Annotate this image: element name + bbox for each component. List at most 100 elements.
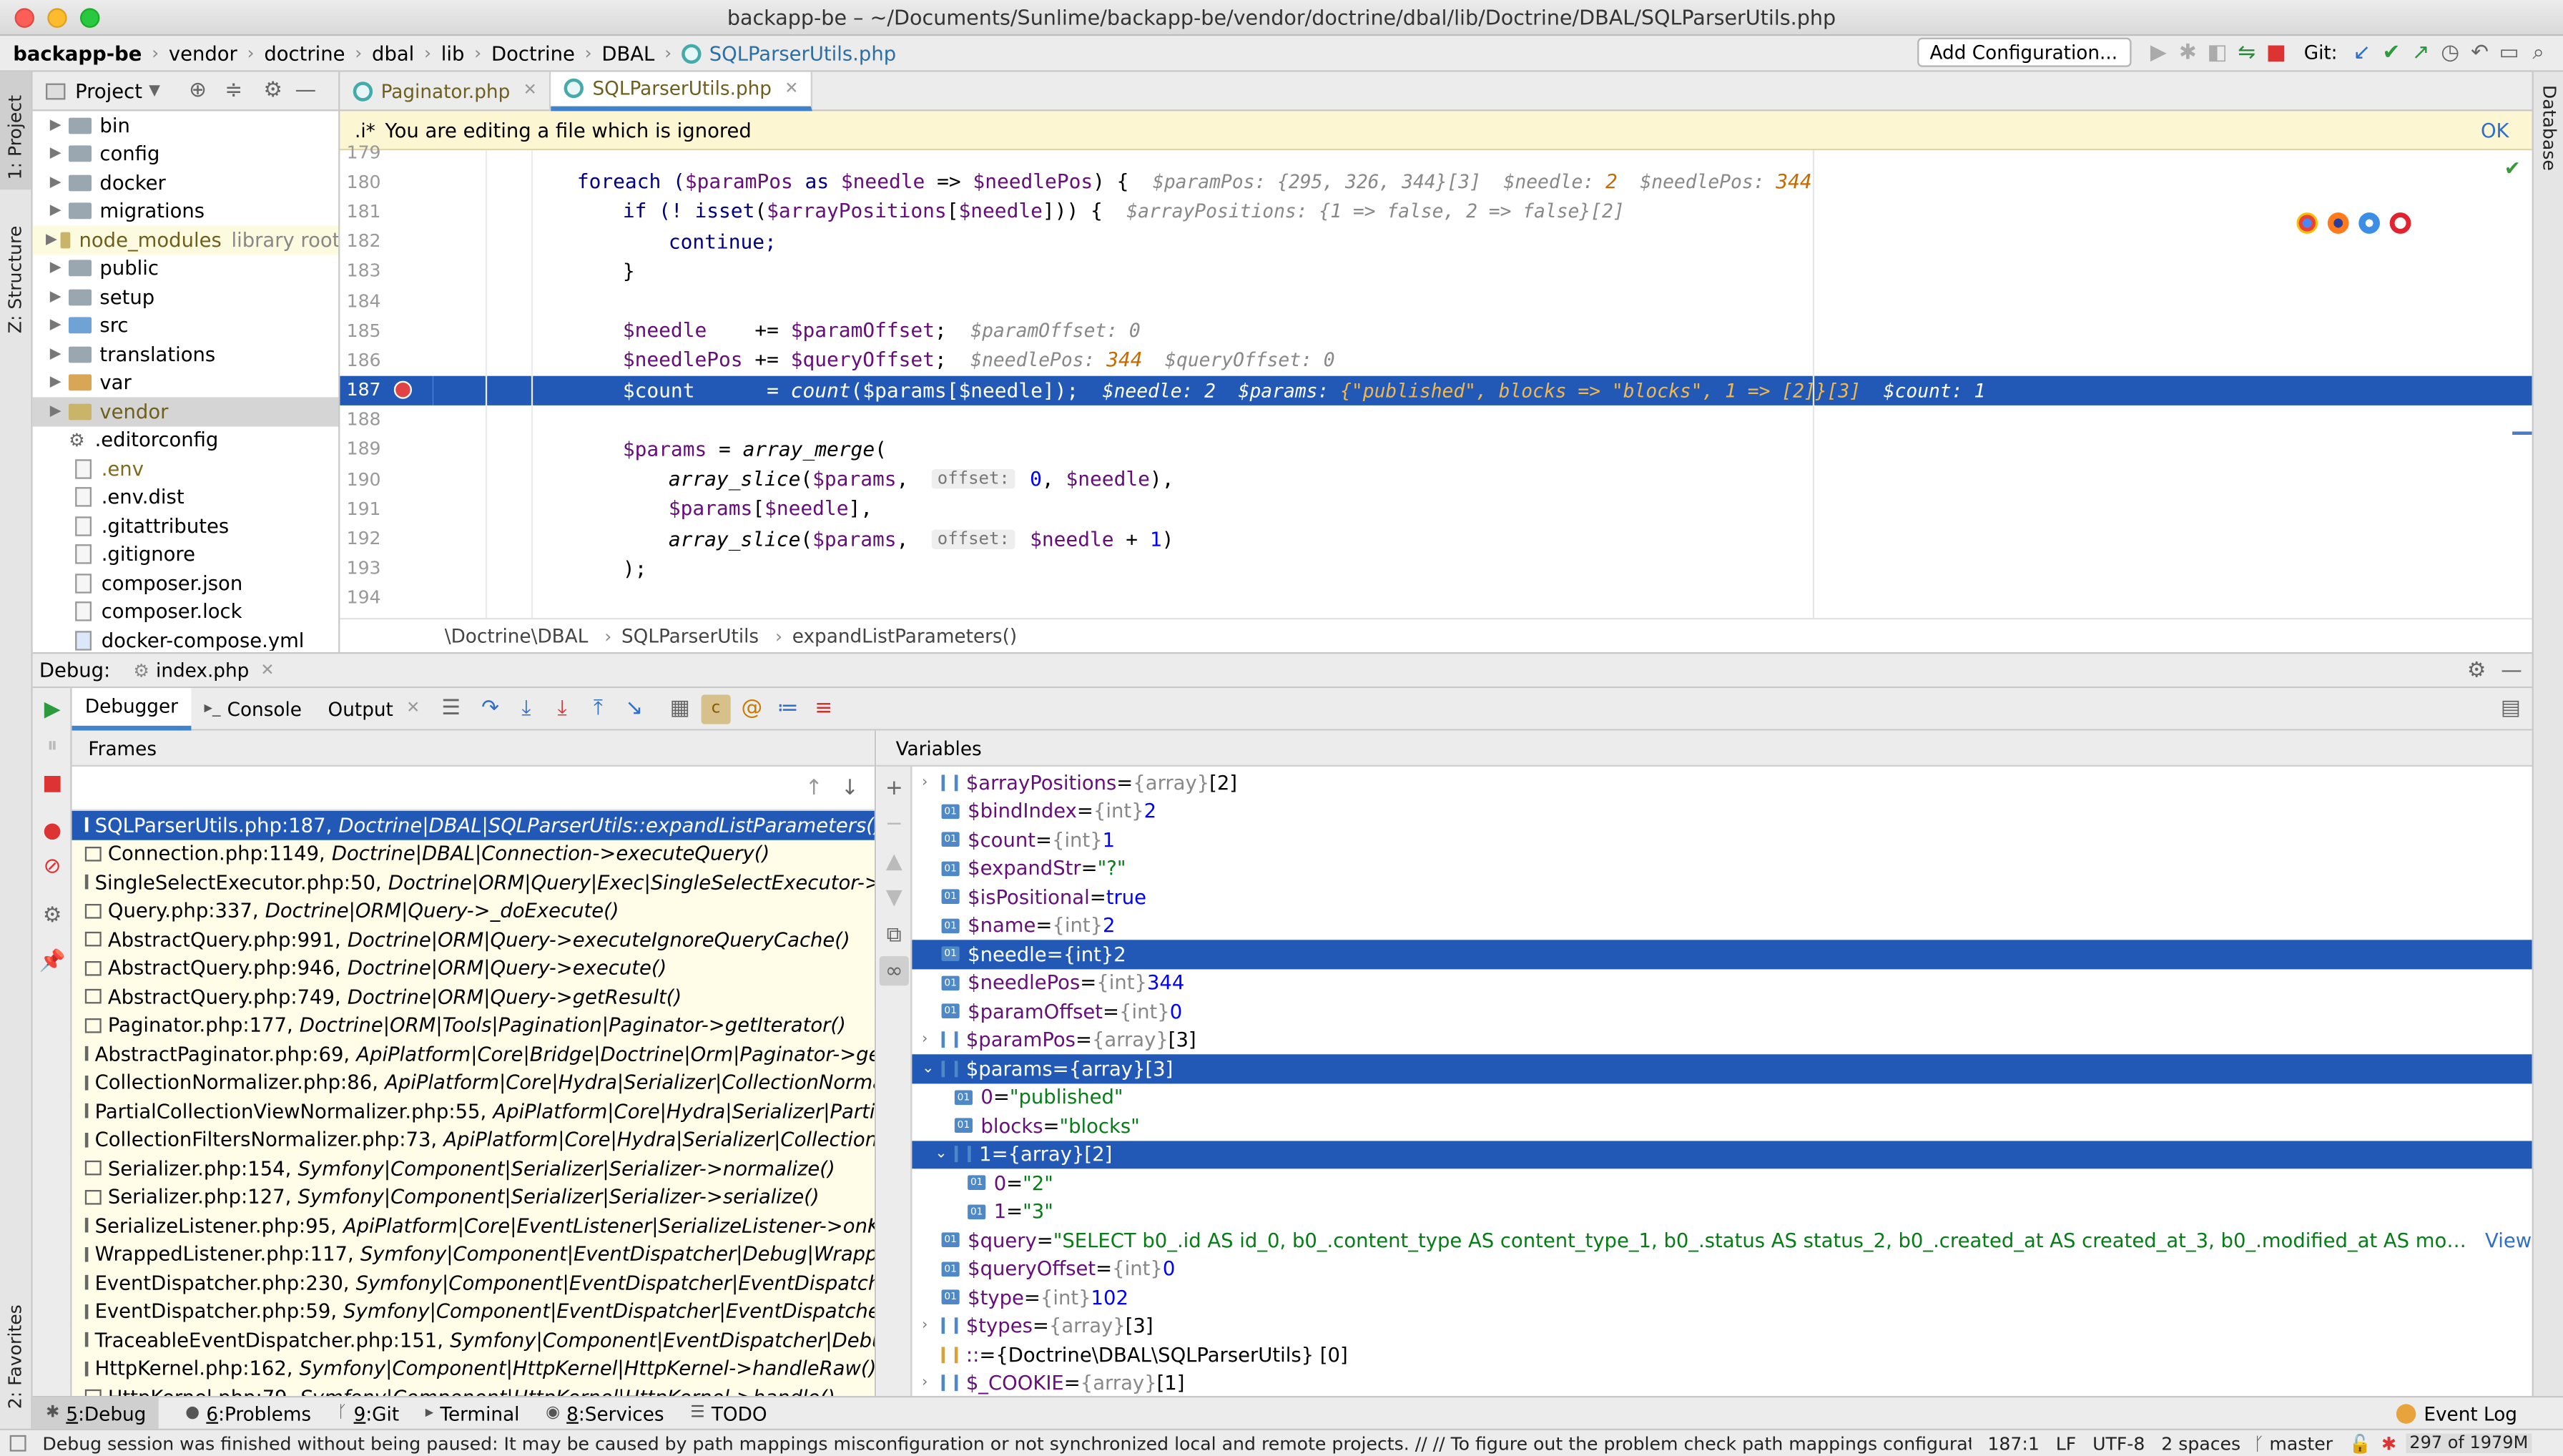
variable-row[interactable]: 01 $count = {int} 1: [912, 825, 2532, 854]
tree-file-composer-lock[interactable]: composer.lock: [33, 597, 340, 626]
step-into-icon[interactable]: ⤓: [511, 694, 541, 723]
breakpoint-icon[interactable]: [393, 380, 412, 398]
variable-row[interactable]: :: = {Doctrine\DBAL\SQLParserUtils} [0]: [912, 1340, 2532, 1369]
stack-frame-row[interactable]: SingleSelectExecutor.php:50, Doctrine|ORM…: [72, 867, 875, 897]
tree-file-gitattributes[interactable]: .gitattributes: [33, 511, 340, 540]
project-panel-title[interactable]: Project: [75, 79, 142, 102]
tab-output[interactable]: Output ✕: [315, 697, 433, 720]
breadcrumb-item[interactable]: lib: [441, 41, 465, 64]
tool-window-terminal[interactable]: ▸ Terminal: [425, 1402, 520, 1425]
debug-session-tab[interactable]: index.php: [156, 659, 249, 682]
variable-row[interactable]: ⌄ 1 = {array} [2]: [912, 1140, 2532, 1169]
step-over-icon[interactable]: ↷: [476, 694, 505, 723]
firefox-icon[interactable]: [2327, 212, 2349, 234]
variable-row[interactable]: ⌄ $params = {array} [3]: [912, 1054, 2532, 1083]
tree-file-composer-json[interactable]: composer.json: [33, 569, 340, 597]
structure-tool-button[interactable]: Z: Structure: [5, 226, 26, 334]
tree-file-docker-compose[interactable]: docker-compose.yml: [33, 626, 340, 651]
chevron-right-icon[interactable]: ▶: [46, 203, 65, 220]
view-link[interactable]: View: [2485, 1229, 2532, 1251]
opera-icon[interactable]: [2389, 212, 2411, 234]
tree-folder-vendor[interactable]: ▶ vendor: [32, 397, 340, 426]
chevron-down-icon[interactable]: ▼: [149, 82, 160, 99]
mute-breakpoints-icon[interactable]: ⊘: [38, 852, 67, 881]
git-branch[interactable]: master: [2269, 1432, 2333, 1454]
breadcrumb-item[interactable]: DBAL: [601, 41, 654, 64]
chevron-right-icon[interactable]: ▶: [46, 117, 65, 134]
stack-frame-row[interactable]: TraceableEventDispatcher.php:151, Symfony…: [72, 1325, 875, 1354]
variable-row[interactable]: › $paramPos = {array} [3]: [912, 1025, 2532, 1054]
tree-folder-translations[interactable]: ▶ translations: [33, 340, 340, 368]
tree-folder-node-modules[interactable]: ▶ node_modules library root: [32, 225, 340, 255]
variable-row[interactable]: 01 $needlePos = {int} 344: [912, 968, 2532, 997]
list-icon[interactable]: ≔: [773, 694, 802, 723]
arrow-down-icon[interactable]: ↓: [835, 773, 865, 802]
stack-frame-row[interactable]: Serializer.php:127, Symfony|Component|Ser…: [72, 1182, 875, 1211]
chevron-right-icon[interactable]: ›: [922, 1375, 941, 1392]
arrow-up-icon[interactable]: ↑: [800, 773, 829, 802]
code-editor[interactable]: foreach ($paramPos as $needle => $needle…: [433, 150, 2532, 618]
stack-frame-row[interactable]: Connection.php:1149, Doctrine|DBAL|Connec…: [72, 839, 875, 868]
breadcrumb-item[interactable]: dbal: [372, 41, 414, 64]
gear-icon[interactable]: ⚙: [2467, 658, 2486, 682]
tool-window-services[interactable]: ◉ 8: Services: [546, 1402, 664, 1425]
move-up-icon[interactable]: ▲: [880, 847, 909, 876]
chevron-right-icon[interactable]: ›: [922, 774, 941, 791]
watch-icon[interactable]: @: [737, 694, 767, 723]
tab-debugger[interactable]: Debugger: [72, 687, 192, 730]
hide-panel-icon[interactable]: —: [2501, 658, 2522, 682]
variable-row[interactable]: 01 $queryOffset = {int} 0: [912, 1254, 2532, 1283]
add-configuration-button[interactable]: Add Configuration...: [1917, 37, 2131, 67]
chevron-right-icon[interactable]: ▶: [46, 232, 57, 248]
remove-icon[interactable]: −: [880, 809, 909, 838]
pause-icon[interactable]: ⏸: [38, 731, 67, 760]
chevron-right-icon[interactable]: ›: [922, 1318, 941, 1334]
tree-file-gitignore[interactable]: .gitignore: [33, 540, 340, 569]
chevron-right-icon[interactable]: ▶: [46, 174, 65, 191]
database-tool-button[interactable]: Database: [2539, 85, 2560, 171]
editor-breadcrumb-namespace[interactable]: \Doctrine\DBAL: [445, 624, 589, 647]
tool-window-debug[interactable]: ✱ 5: Debug: [32, 1397, 159, 1430]
toggle-tool-windows-icon[interactable]: [9, 1435, 26, 1452]
stack-frame-row[interactable]: PartialCollectionViewNormalizer.php:55, A…: [72, 1096, 875, 1126]
tree-folder-var[interactable]: ▶ var: [33, 368, 340, 397]
debug-icon[interactable]: ✱: [2173, 38, 2203, 67]
evaluate-expression-icon[interactable]: ▦: [665, 694, 694, 723]
history-icon[interactable]: ◷: [2436, 38, 2465, 67]
variable-row[interactable]: 01 $query = "SELECT b0_.id AS id_0, b0_.c…: [912, 1226, 2532, 1254]
file-encoding[interactable]: UTF-8: [2092, 1432, 2145, 1454]
view-breakpoints-icon[interactable]: ●: [38, 816, 67, 845]
stack-frame-row[interactable]: Paginator.php:177, Doctrine|ORM|Tools|Pag…: [72, 1010, 875, 1040]
variable-row[interactable]: 01 blocks = "blocks": [912, 1111, 2532, 1140]
collapse-all-icon[interactable]: ≑: [219, 76, 248, 105]
status-message[interactable]: Debug session was finished without being…: [42, 1432, 1971, 1454]
stack-frame-row[interactable]: AbstractQuery.php:991, Doctrine|ORM|Query…: [72, 925, 875, 954]
stack-frame-row[interactable]: EventDispatcher.php:230, Symfony|Componen…: [72, 1268, 875, 1297]
stack-frame-row[interactable]: EventDispatcher.php:59, Symfony|Component…: [72, 1297, 875, 1326]
tool-window-problems[interactable]: ● 6: Problems: [185, 1402, 311, 1425]
stack-frame-row[interactable]: WrappedListener.php:117, Symfony|Componen…: [72, 1239, 875, 1269]
chevron-right-icon[interactable]: ▶: [46, 346, 65, 363]
variable-row[interactable]: 01 $bindIndex = {int} 2: [912, 797, 2532, 825]
git-update-icon[interactable]: ↙: [2347, 38, 2376, 67]
breadcrumb-project[interactable]: backapp-be: [13, 41, 142, 64]
variable-row[interactable]: 01 $isPositional = true: [912, 882, 2532, 911]
chevron-down-icon[interactable]: ⌄: [922, 1061, 941, 1077]
stop-icon[interactable]: ■: [38, 768, 67, 797]
favorites-tool-button[interactable]: 2: Favorites: [5, 1304, 26, 1409]
copy-icon[interactable]: ⧉: [880, 920, 909, 950]
variable-row[interactable]: › $types = {array} [3]: [912, 1312, 2532, 1340]
stack-frame-row[interactable]: AbstractQuery.php:946, Doctrine|ORM|Query…: [72, 953, 875, 983]
chevron-right-icon[interactable]: ▶: [46, 146, 65, 162]
breadcrumb-item[interactable]: vendor: [169, 41, 237, 64]
stack-frame-row[interactable]: CollectionFiltersNormalizer.php:73, ApiPl…: [72, 1125, 875, 1154]
tree-folder-docker[interactable]: ▶ docker: [33, 168, 340, 197]
variable-row[interactable]: 01 1 = "3": [912, 1197, 2532, 1226]
variable-row[interactable]: › $arrayPositions = {array} [2]: [912, 768, 2532, 797]
stop-icon[interactable]: ■: [2261, 38, 2291, 67]
breadcrumb-item[interactable]: doctrine: [264, 41, 345, 64]
tree-file-env-dist[interactable]: .env.dist: [33, 483, 340, 511]
variable-row[interactable]: 01 $expandStr = "?": [912, 854, 2532, 882]
chevron-down-icon[interactable]: ⌄: [935, 1146, 954, 1163]
variable-row[interactable]: 01 0 = "published": [912, 1083, 2532, 1111]
